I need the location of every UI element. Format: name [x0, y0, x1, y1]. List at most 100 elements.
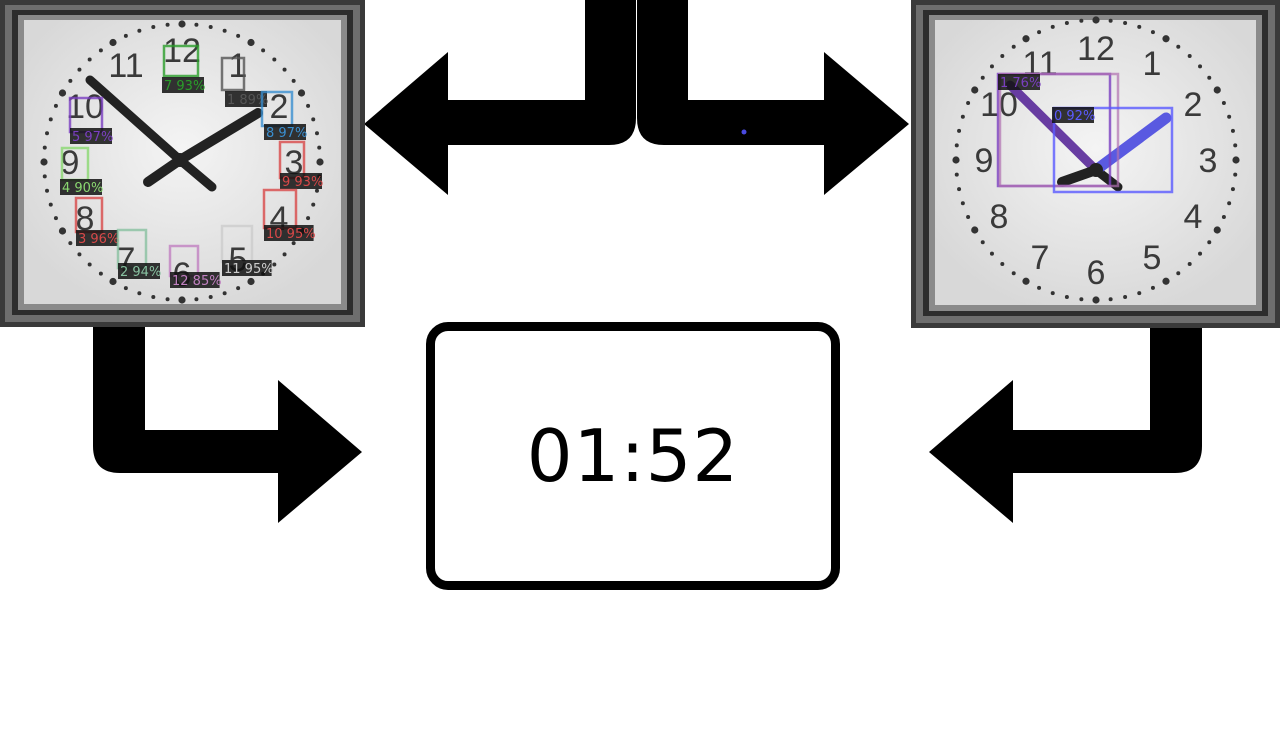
minute-tick	[1123, 21, 1128, 26]
minute-tick	[1108, 297, 1113, 302]
minute-tick	[954, 172, 959, 177]
minute-tick	[306, 216, 311, 221]
minute-tick	[1000, 262, 1005, 267]
minute-tick	[68, 241, 73, 246]
minute-tick	[1137, 291, 1142, 296]
minute-tick	[1198, 64, 1203, 69]
minute-tick	[960, 114, 965, 119]
minute-tick	[98, 271, 103, 276]
minute-tick	[58, 89, 67, 97]
clock-numeral: 9	[975, 142, 994, 180]
minute-tick	[1000, 53, 1005, 58]
minute-tick	[311, 202, 316, 207]
minute-tick	[208, 25, 213, 30]
minute-tick	[247, 277, 255, 286]
left-clock-image: 121234567891011 7 93%1 89%8 97%5 97%9 93…	[0, 0, 365, 327]
minute-tick	[317, 145, 322, 150]
minute-tick	[980, 240, 985, 245]
minute-tick	[1037, 30, 1042, 35]
minute-tick	[1176, 44, 1181, 49]
minute-tick	[1050, 291, 1055, 296]
minute-tick	[98, 48, 103, 53]
minute-tick	[123, 286, 128, 291]
minute-tick	[1123, 294, 1128, 299]
detection-label: 0 92%	[1054, 109, 1095, 124]
detection-label: 5 97%	[72, 130, 113, 145]
minute-tick	[1233, 172, 1238, 177]
minute-tick	[68, 78, 73, 83]
detection-label: 1 76%	[1000, 76, 1041, 91]
minute-tick	[87, 262, 92, 267]
minute-tick	[236, 286, 241, 291]
minute-tick	[87, 57, 92, 62]
minute-tick	[58, 227, 67, 235]
detection-label: 11 95%	[224, 262, 274, 277]
clock-numeral: 1	[1143, 45, 1162, 83]
minute-tick	[1011, 44, 1016, 49]
result-box: 01:52	[426, 322, 840, 590]
minute-tick	[42, 145, 47, 150]
minute-tick	[1022, 35, 1030, 43]
minute-tick	[316, 158, 324, 166]
minute-tick	[311, 117, 316, 122]
arrow-bottom-right	[929, 326, 1202, 523]
minute-tick	[208, 294, 213, 299]
minute-tick	[165, 22, 170, 27]
minute-tick	[314, 131, 319, 136]
minute-tick	[1092, 16, 1100, 24]
minute-tick	[960, 201, 965, 206]
minute-tick	[77, 67, 82, 72]
minute-tick	[194, 22, 199, 27]
minute-tick	[989, 251, 994, 256]
minute-tick	[123, 33, 128, 38]
clock-numeral: 6	[1087, 254, 1106, 292]
minute-tick	[1064, 21, 1069, 26]
detection-label: 4 90%	[62, 181, 103, 196]
minute-tick	[952, 156, 960, 164]
minute-tick	[1221, 101, 1226, 106]
clock-numeral: 3	[1199, 142, 1218, 180]
minute-tick	[1092, 296, 1100, 304]
clock-numeral: 11	[108, 47, 143, 85]
minute-tick	[282, 67, 287, 72]
minute-tick	[1207, 240, 1212, 245]
minute-tick	[109, 277, 117, 286]
arrow-top-right	[637, 0, 909, 195]
minute-tick	[1011, 271, 1016, 276]
minute-tick	[1176, 271, 1181, 276]
minute-tick	[1079, 297, 1084, 302]
minute-tick	[178, 296, 186, 304]
clock-numeral: 10	[66, 88, 104, 126]
minute-tick	[109, 38, 117, 47]
minute-tick	[1230, 187, 1235, 192]
result-time: 01:52	[526, 414, 740, 498]
detection-label: 9 93%	[282, 175, 323, 190]
minute-tick	[306, 103, 311, 108]
detection-label: 7 93%	[164, 79, 205, 94]
clock-numeral: 8	[990, 198, 1009, 236]
minute-tick	[1227, 201, 1232, 206]
minute-tick	[1108, 18, 1113, 23]
minute-tick	[1150, 285, 1155, 290]
clock-numeral: 5	[1143, 239, 1162, 277]
minute-tick	[966, 214, 971, 219]
detection-label: 12 85%	[172, 274, 222, 289]
detection-label: 10 95%	[266, 227, 316, 242]
minute-tick	[53, 216, 58, 221]
minute-tick	[980, 75, 985, 80]
minute-tick	[42, 174, 47, 179]
minute-tick	[989, 64, 994, 69]
minute-tick	[971, 226, 979, 234]
minute-tick	[1213, 226, 1221, 234]
minute-tick	[1187, 262, 1192, 267]
minute-tick	[297, 89, 306, 97]
detection-label: 8 97%	[266, 126, 307, 141]
minute-tick	[151, 25, 156, 30]
minute-tick	[1232, 156, 1240, 164]
minute-tick	[1198, 251, 1203, 256]
minute-tick	[1207, 75, 1212, 80]
arrow-bottom-left	[93, 326, 362, 523]
minute-tick	[1187, 53, 1192, 58]
minute-tick	[291, 78, 296, 83]
minute-tick	[165, 297, 170, 302]
